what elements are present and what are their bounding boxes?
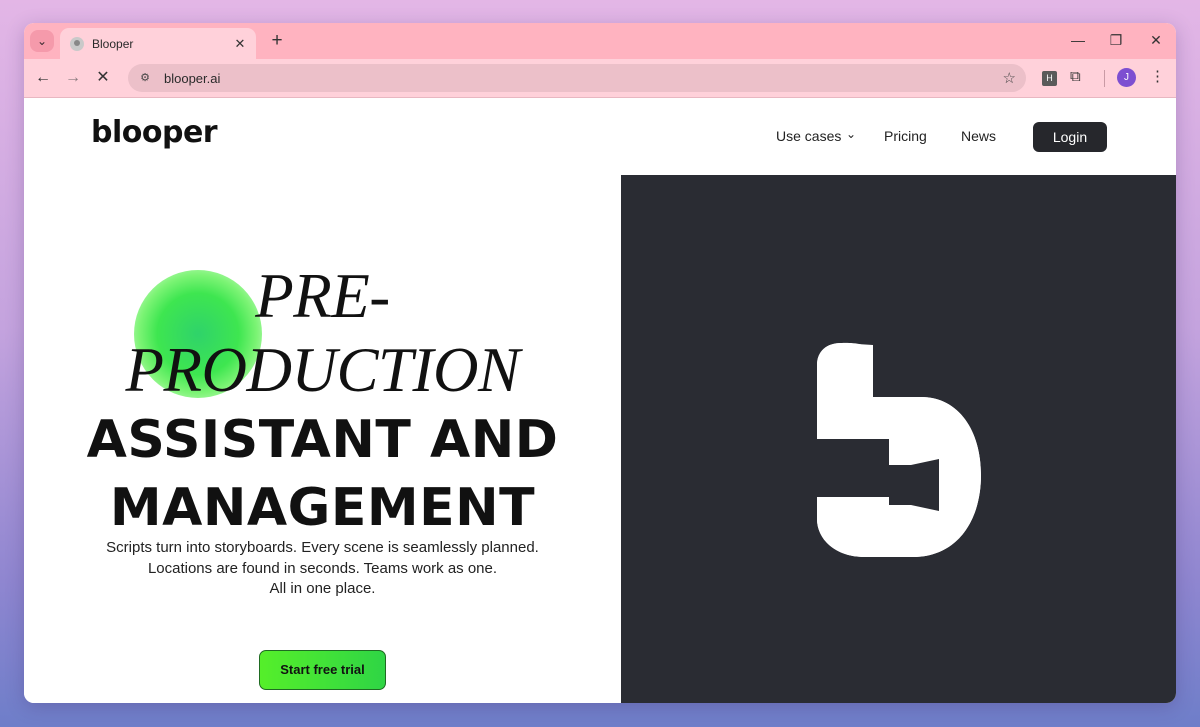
login-button[interactable]: Login <box>1033 122 1107 152</box>
restore-icon[interactable]: ❐ <box>1106 29 1126 51</box>
chevron-down-icon[interactable]: ⌄ <box>846 127 856 141</box>
site-info-icon[interactable]: ⚙ <box>138 71 152 85</box>
tab-strip: ⌄ Blooper ✕ + — ❐ ✕ <box>24 23 1176 59</box>
hero-title-line4: MANAGEMENT <box>109 478 536 538</box>
stop-loading-icon[interactable]: ✕ <box>93 68 113 88</box>
close-window-icon[interactable]: ✕ <box>1146 29 1166 51</box>
bookmark-star-icon[interactable]: ☆ <box>1003 69 1016 87</box>
start-free-trial-button[interactable]: Start free trial <box>259 650 386 690</box>
favicon-icon <box>70 36 84 51</box>
tab-blooper[interactable]: Blooper ✕ <box>60 28 256 59</box>
url-text[interactable]: blooper.ai <box>164 71 1003 86</box>
browser-window: ⌄ Blooper ✕ + — ❐ ✕ ← → ✕ ⚙ blooper.ai ☆… <box>24 23 1176 703</box>
forward-icon[interactable]: → <box>63 68 83 88</box>
new-tab-button[interactable]: + <box>267 30 287 52</box>
extensions-puzzle-icon[interactable]: ⧉ <box>1070 68 1081 85</box>
toolbar-divider <box>1104 70 1105 87</box>
blooper-b-logo-icon <box>817 342 981 557</box>
tab-title: Blooper <box>92 36 134 51</box>
hero-subtitle: Scripts turn into storyboards. Every sce… <box>24 538 621 600</box>
hero-subtitle-line2: Locations are found in seconds. Teams wo… <box>147 559 498 577</box>
hero-title-line1: PRE- <box>255 261 390 331</box>
back-icon[interactable]: ← <box>33 68 53 88</box>
minimize-icon[interactable]: — <box>1068 29 1088 51</box>
profile-avatar[interactable]: J <box>1117 68 1136 87</box>
close-tab-icon[interactable]: ✕ <box>232 36 248 52</box>
blooper-logo[interactable]: blooper <box>91 115 218 150</box>
nav-pricing[interactable]: Pricing <box>884 128 927 144</box>
tab-search-icon[interactable]: ⌄ <box>30 30 54 52</box>
menu-kebab-icon[interactable]: ⋮ <box>1150 67 1165 85</box>
extension-h-icon[interactable]: H <box>1042 71 1057 86</box>
browser-toolbar: ← → ✕ ⚙ blooper.ai ☆ H ⧉ J ⋮ <box>24 59 1176 98</box>
hero-title-line3: ASSISTANT AND <box>86 410 559 470</box>
hero-subtitle-line3: All in one place. <box>269 580 376 597</box>
nav-news[interactable]: News <box>961 128 996 144</box>
hero-image-panel <box>621 175 1176 703</box>
address-bar[interactable]: ⚙ blooper.ai ☆ <box>128 64 1026 92</box>
page-content: blooper Use cases ⌄ Pricing News Login P… <box>24 98 1176 703</box>
hero-subtitle-line1: Scripts turn into storyboards. Every sce… <box>106 539 539 556</box>
hero-title-line2: PRODUCTION <box>125 335 520 405</box>
nav-use-cases[interactable]: Use cases <box>776 128 841 144</box>
